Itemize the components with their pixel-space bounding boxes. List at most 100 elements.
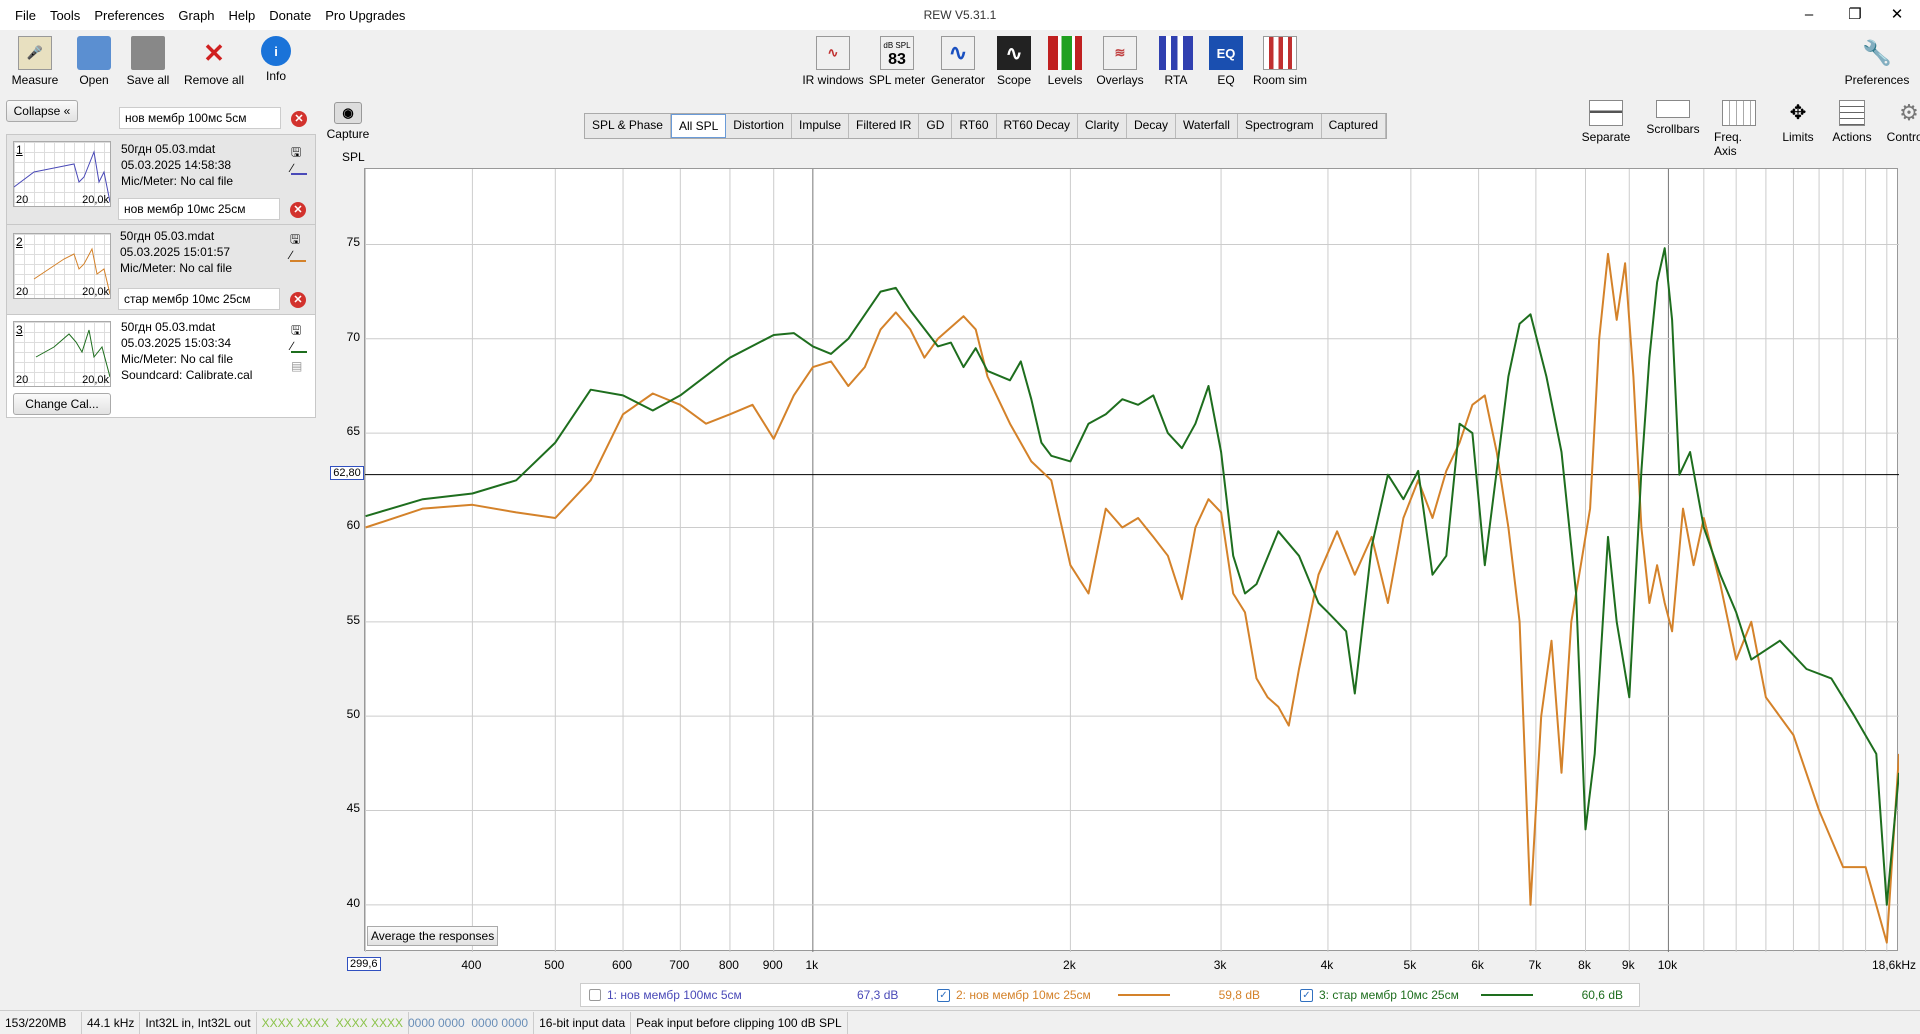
maximize-button[interactable]: ❐ <box>1832 0 1878 30</box>
cursor-y-readout: 62,80 <box>330 466 364 480</box>
pen-icon[interactable]: ∕ <box>291 161 307 175</box>
controls-button[interactable]: ⚙ Controls <box>1886 100 1920 158</box>
spl-meter-label: SPL meter <box>868 73 926 87</box>
measurement-name-input[interactable]: нов мембр 100мс 5см <box>119 107 281 129</box>
remove-measurement-icon[interactable]: ✕ <box>290 292 306 308</box>
close-window-button[interactable]: ✕ <box>1874 0 1920 30</box>
spl-graph[interactable]: Average the responses <box>364 168 1900 952</box>
spl-meter-button[interactable]: dB SPL 83 SPL meter <box>866 36 928 87</box>
save-measurement-icon[interactable]: 🖫 <box>290 230 306 246</box>
measurement-name-input[interactable]: стар мембр 10мс 25см <box>118 288 280 310</box>
open-button[interactable]: Open <box>68 36 120 87</box>
tab-decay[interactable]: Decay <box>1127 114 1177 138</box>
remove-measurement-icon[interactable]: ✕ <box>290 202 306 218</box>
overlays-button[interactable]: ≋ Overlays <box>1090 36 1150 87</box>
pen-icon[interactable]: ∕ <box>291 339 307 353</box>
legend-checkbox-2[interactable]: ✓ <box>937 988 950 1002</box>
tab-filtered-ir[interactable]: Filtered IR <box>849 114 920 138</box>
tab-distortion[interactable]: Distortion <box>726 114 792 138</box>
measurement-thumbnail[interactable]: 2 20 20,0k <box>13 233 111 299</box>
preferences-button[interactable]: 🔧 Preferences <box>1840 36 1914 88</box>
thumb-max-label: 20,0k <box>82 194 109 206</box>
thumb-max-label: 20,0k <box>82 374 109 386</box>
legend-line-2 <box>1118 994 1170 996</box>
separate-button[interactable]: Separate <box>1580 100 1632 158</box>
freq-axis-button[interactable]: Freq. Axis <box>1714 100 1764 158</box>
tools-toolbar: ∿ IR windows dB SPL 83 SPL meter ∿ Generator… <box>800 36 1310 87</box>
menu-donate[interactable]: Donate <box>262 8 318 23</box>
menu-file[interactable]: File <box>8 8 43 23</box>
wrench-icon: 🔧 <box>1862 39 1892 67</box>
menu-graph[interactable]: Graph <box>171 8 221 23</box>
status-input-levels: XXXX XXXX XXXX XXXX <box>257 1011 409 1034</box>
tab-clarity[interactable]: Clarity <box>1078 114 1128 138</box>
measurement-thumbnail[interactable]: 3 20 20,0k <box>13 321 111 387</box>
x-start-label[interactable]: 299,6 <box>347 957 381 971</box>
legend-checkbox-3[interactable]: ✓ <box>1300 988 1313 1002</box>
measurement-name-input[interactable]: нов мембр 10мс 25см <box>118 198 280 220</box>
change-cal-button[interactable]: Change Cal... <box>13 393 111 415</box>
pen-icon[interactable]: ∕ <box>290 248 306 262</box>
minimize-button[interactable]: – <box>1786 0 1832 30</box>
tab-gd[interactable]: GD <box>919 114 953 138</box>
y-axis-title: SPL <box>342 150 365 164</box>
measurement-thumbnail[interactable]: 1 20 20,0k <box>13 141 111 207</box>
remove-measurement-icon[interactable]: ✕ <box>291 111 307 127</box>
tab-rt60[interactable]: RT60 <box>952 114 997 138</box>
preferences-label: Preferences <box>1844 73 1910 87</box>
menu-pro-upgrades[interactable]: Pro Upgrades <box>318 8 412 23</box>
x-end-label: 18,6kHz <box>1872 958 1917 972</box>
remove-all-label: Remove all <box>183 73 245 87</box>
tab-waterfall[interactable]: Waterfall <box>1176 114 1238 138</box>
average-responses-button[interactable]: Average the responses <box>367 926 499 946</box>
actions-label: Actions <box>1832 130 1872 144</box>
legend-checkbox-1[interactable] <box>589 989 601 1001</box>
rta-icon <box>1159 36 1193 70</box>
document-icon[interactable]: ▤ <box>291 359 307 373</box>
scrollbars-button[interactable]: Scrollbars <box>1646 100 1700 158</box>
tab-spl-phase[interactable]: SPL & Phase <box>585 114 671 138</box>
info-button[interactable]: i Info <box>252 36 300 87</box>
actions-button[interactable]: Actions <box>1832 100 1872 158</box>
eq-button[interactable]: EQ EQ <box>1202 36 1250 87</box>
chart-svg <box>364 169 1900 952</box>
measurement-date: 05.03.2025 14:58:38 <box>121 158 232 172</box>
save-all-button[interactable]: Save all <box>120 36 176 87</box>
tab-rt60-decay[interactable]: RT60 Decay <box>997 114 1078 138</box>
y-tick-label: 75 <box>346 235 360 250</box>
folder-icon <box>77 36 111 70</box>
tab-impulse[interactable]: Impulse <box>792 114 850 138</box>
eq-label: EQ <box>1217 73 1235 87</box>
ir-windows-button[interactable]: ∿ IR windows <box>800 36 866 87</box>
measure-button[interactable]: 🎤 Measure <box>2 36 68 87</box>
camera-icon: ◉ <box>334 102 362 124</box>
tab-captured[interactable]: Captured <box>1322 114 1387 138</box>
levels-button[interactable]: Levels <box>1040 36 1090 87</box>
save-icon <box>131 36 165 70</box>
scope-button[interactable]: ∿ Scope <box>988 36 1040 87</box>
room-sim-button[interactable]: Room sim <box>1250 36 1310 87</box>
limits-button[interactable]: ✥ Limits <box>1778 100 1818 158</box>
menu-help[interactable]: Help <box>222 8 263 23</box>
measure-icon: 🎤 <box>18 36 52 70</box>
measurement-card-3[interactable]: 3 20 20,0k 50гдн 05.03.mdat 05.03.2025 15:0… <box>6 314 316 418</box>
collapse-button[interactable]: Collapse « <box>6 100 78 122</box>
menu-preferences[interactable]: Preferences <box>87 8 171 23</box>
separate-label: Separate <box>1581 130 1631 144</box>
capture-button[interactable]: ◉ Capture <box>326 102 370 141</box>
remove-all-button[interactable]: ✕ Remove all <box>176 36 252 88</box>
x-tick-label: 400 <box>461 958 482 972</box>
tab-spectrogram[interactable]: Spectrogram <box>1238 114 1322 138</box>
save-measurement-icon[interactable]: 🖫 <box>291 321 307 337</box>
legend-line-3 <box>1481 994 1533 996</box>
thumb-min-label: 20 <box>16 194 29 206</box>
menu-tools[interactable]: Tools <box>43 8 87 23</box>
series-line-2 <box>365 252 1900 944</box>
generator-button[interactable]: ∿ Generator <box>928 36 988 87</box>
rta-button[interactable]: RTA <box>1150 36 1202 87</box>
x-tick-label: 500 <box>544 958 565 972</box>
status-bar: 153/220MB 44.1 kHz Int32L in, Int32L out… <box>0 1010 1920 1034</box>
gear-icon: ⚙ <box>1899 100 1919 125</box>
tab-all-spl[interactable]: All SPL <box>670 114 727 138</box>
save-measurement-icon[interactable]: 🖫 <box>291 143 307 159</box>
